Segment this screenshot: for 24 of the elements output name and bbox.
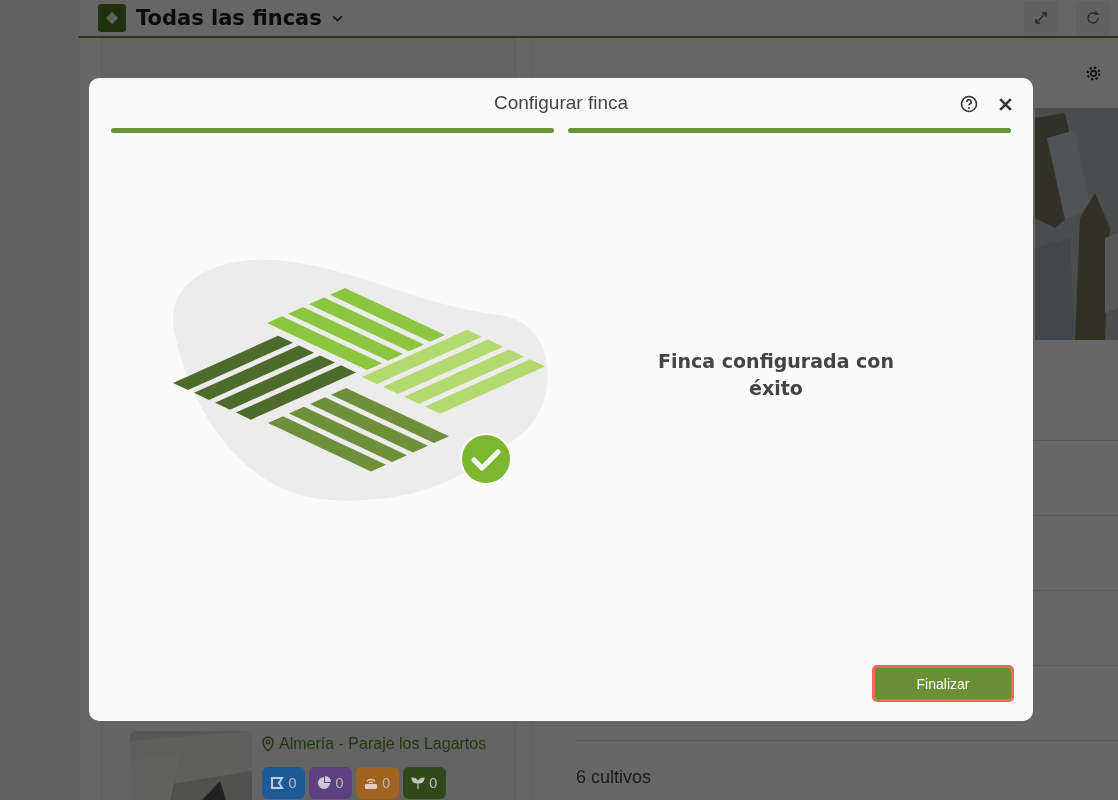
finish-button[interactable]: Finalizar [872, 665, 1014, 702]
crop-count-text: 6 cultivos [576, 766, 652, 788]
expand-button[interactable] [1024, 1, 1058, 35]
settings-icon[interactable] [1085, 64, 1102, 82]
close-icon[interactable] [998, 97, 1013, 112]
count-badge: 0 [262, 767, 305, 799]
count-badge: 0 [308, 767, 352, 799]
refresh-button[interactable] [1076, 1, 1110, 35]
sprout-icon [410, 776, 425, 790]
chevron-down-icon[interactable] [331, 14, 343, 22]
help-icon[interactable] [960, 95, 978, 113]
polygon-icon [270, 776, 284, 790]
expand-icon [1033, 10, 1049, 26]
check-circle-icon [460, 433, 512, 485]
count-badge: 0 [355, 767, 399, 799]
location-pin-icon [262, 736, 274, 752]
pie-chart-icon [316, 776, 331, 790]
refresh-icon [1085, 10, 1101, 26]
count-badge: 0 [402, 767, 446, 799]
farm-selector-title[interactable]: Todas las fincas [136, 6, 322, 30]
success-message: Finca configurada con éxito [657, 349, 895, 401]
location-text: Almería - Paraje los Lagartos [279, 735, 487, 753]
dialog-title: Configurar finca [493, 92, 629, 114]
router-icon [363, 776, 378, 790]
